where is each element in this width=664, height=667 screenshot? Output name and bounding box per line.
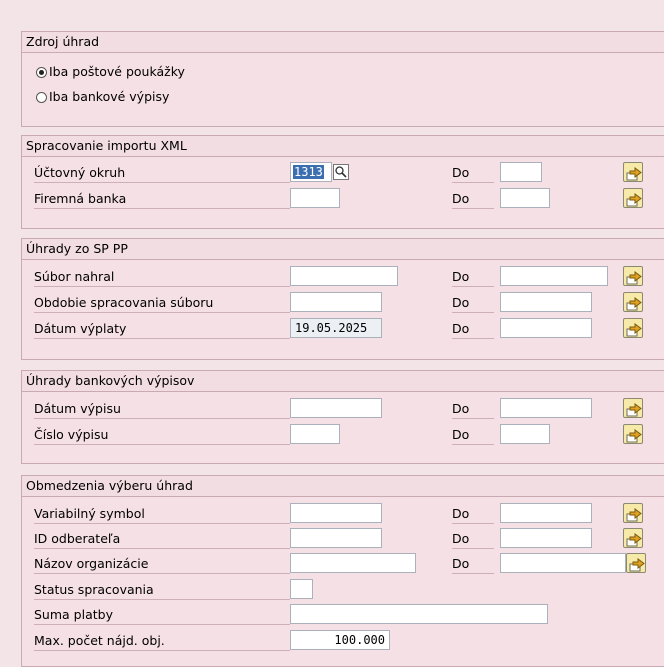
house-bank-to-label: Do [452, 190, 494, 209]
organization-name-row: Názov organizácie Do [30, 553, 664, 575]
statement-date-to-label: Do [452, 400, 494, 419]
radio-bank-statements[interactable]: Iba bankové výpisy [36, 89, 169, 105]
variable-symbol-to-field[interactable] [500, 503, 592, 523]
payment-selection-limits-group-title: Obmedzenia výberu úhrad [22, 476, 664, 497]
processing-period-label: Obdobie spracovania súboru [34, 294, 290, 313]
customer-id-to-label: Do [452, 530, 494, 549]
file-uploaded-by-to-label: Do [452, 268, 494, 287]
company-code-to-label: Do [452, 164, 494, 183]
payout-date-row: Dátum výplaty 19.05.2025 Do [30, 318, 664, 340]
customer-id-label: ID odberateľa [34, 530, 290, 549]
payout-date-to-label: Do [452, 320, 494, 339]
house-bank-row: Firemná banka Do [30, 188, 664, 210]
max-hits-field[interactable]: 100.000 [290, 630, 390, 650]
payment-selection-limits-group: Obmedzenia výberu úhrad Variabilný symbo… [21, 475, 664, 667]
customer-id-from-field[interactable] [290, 528, 382, 548]
payout-date-to-field[interactable] [500, 318, 592, 338]
variable-symbol-label: Variabilný symbol [34, 505, 290, 524]
payout-date-from-field[interactable]: 19.05.2025 [290, 318, 382, 338]
multiple-selection-arrow-icon [626, 295, 642, 311]
xml-import-group-title: Spracovanie importu XML [22, 136, 664, 157]
max-hits-row: Max. počet nájd. obj. 100.000 [30, 630, 664, 652]
statement-number-from-field[interactable] [290, 424, 340, 444]
multiple-selection-button[interactable] [623, 292, 643, 312]
multiple-selection-arrow-icon [626, 269, 642, 285]
multiple-selection-button[interactable] [623, 424, 643, 444]
statement-date-row: Dátum výpisu Do [30, 398, 664, 420]
organization-name-to-field[interactable] [500, 553, 626, 573]
organization-name-to-label: Do [452, 555, 494, 574]
house-bank-label: Firemná banka [34, 190, 290, 209]
radio-postal-orders[interactable]: Iba poštové poukážky [36, 64, 185, 80]
statement-number-row: Číslo výpisu Do [30, 424, 664, 446]
file-uploaded-by-label: Súbor nahral [34, 268, 290, 287]
multiple-selection-arrow-icon [626, 506, 642, 522]
organization-name-label: Názov organizácie [34, 555, 290, 574]
variable-symbol-row: Variabilný symbol Do [30, 503, 664, 525]
processing-period-to-label: Do [452, 294, 494, 313]
processing-period-row: Obdobie spracovania súboru Do [30, 292, 664, 314]
variable-symbol-to-label: Do [452, 505, 494, 524]
payout-date-label: Dátum výplaty [34, 320, 290, 339]
processing-status-row: Status spracovania [30, 579, 664, 601]
sp-payments-group: Úhrady zo SP PP Súbor nahral Do Obdobie … [21, 238, 664, 360]
company-code-row: Účtovný okruh 1313 Do [30, 162, 664, 184]
house-bank-from-field[interactable] [290, 188, 340, 208]
customer-id-to-field[interactable] [500, 528, 592, 548]
multiple-selection-button[interactable] [623, 162, 643, 182]
payment-amount-field[interactable] [290, 604, 548, 624]
statement-date-label: Dátum výpisu [34, 400, 290, 419]
file-uploaded-by-row: Súbor nahral Do [30, 266, 664, 288]
multiple-selection-button[interactable] [623, 188, 643, 208]
max-hits-label: Max. počet nájd. obj. [34, 632, 290, 651]
file-uploaded-by-from-field[interactable] [290, 266, 398, 286]
multiple-selection-button[interactable] [623, 266, 643, 286]
company-code-from-field[interactable]: 1313 [290, 162, 332, 182]
multiple-selection-arrow-icon [626, 427, 642, 443]
statement-date-from-field[interactable] [290, 398, 382, 418]
processing-status-field[interactable] [290, 579, 313, 599]
source-group-title: Zdroj úhrad [22, 32, 664, 53]
multiple-selection-arrow-icon [629, 556, 645, 572]
bank-statement-payments-group-title: Úhrady bankových výpisov [22, 371, 664, 392]
payment-amount-row: Suma platby [30, 604, 664, 626]
multiple-selection-arrow-icon [626, 191, 642, 207]
magnifier-icon [335, 166, 347, 178]
source-group: Zdroj úhrad Iba poštové poukážky Iba ban… [21, 31, 664, 127]
multiple-selection-arrow-icon [626, 321, 642, 337]
multiple-selection-arrow-icon [626, 531, 642, 547]
processing-period-from-field[interactable] [290, 292, 382, 312]
sp-payments-group-title: Úhrady zo SP PP [22, 239, 664, 260]
xml-import-group: Spracovanie importu XML Účtovný okruh 13… [21, 135, 664, 229]
file-uploaded-by-to-field[interactable] [500, 266, 608, 286]
radio-postal-orders-label: Iba poštové poukážky [49, 64, 185, 79]
house-bank-to-field[interactable] [500, 188, 550, 208]
customer-id-row: ID odberateľa Do [30, 528, 664, 550]
multiple-selection-button[interactable] [623, 398, 643, 418]
organization-name-from-field[interactable] [290, 553, 416, 573]
statement-date-to-field[interactable] [500, 398, 592, 418]
radio-button[interactable] [36, 92, 47, 103]
payment-amount-label: Suma platby [34, 606, 290, 625]
radio-button-selected[interactable] [36, 67, 47, 78]
processing-period-to-field[interactable] [500, 292, 592, 312]
statement-number-to-field[interactable] [500, 424, 550, 444]
multiple-selection-button[interactable] [623, 528, 643, 548]
variable-symbol-from-field[interactable] [290, 503, 382, 523]
search-help-button[interactable] [333, 164, 349, 180]
multiple-selection-button[interactable] [623, 318, 643, 338]
radio-bank-statements-label: Iba bankové výpisy [49, 89, 170, 104]
bank-statement-payments-group: Úhrady bankových výpisov Dátum výpisu Do… [21, 370, 664, 464]
multiple-selection-arrow-icon [626, 401, 642, 417]
company-code-to-field[interactable] [500, 162, 542, 182]
statement-number-to-label: Do [452, 426, 494, 445]
multiple-selection-button[interactable] [626, 553, 646, 573]
company-code-label: Účtovný okruh [34, 164, 290, 183]
multiple-selection-button[interactable] [623, 503, 643, 523]
multiple-selection-arrow-icon [626, 165, 642, 181]
processing-status-label: Status spracovania [34, 581, 290, 600]
statement-number-label: Číslo výpisu [34, 426, 290, 445]
